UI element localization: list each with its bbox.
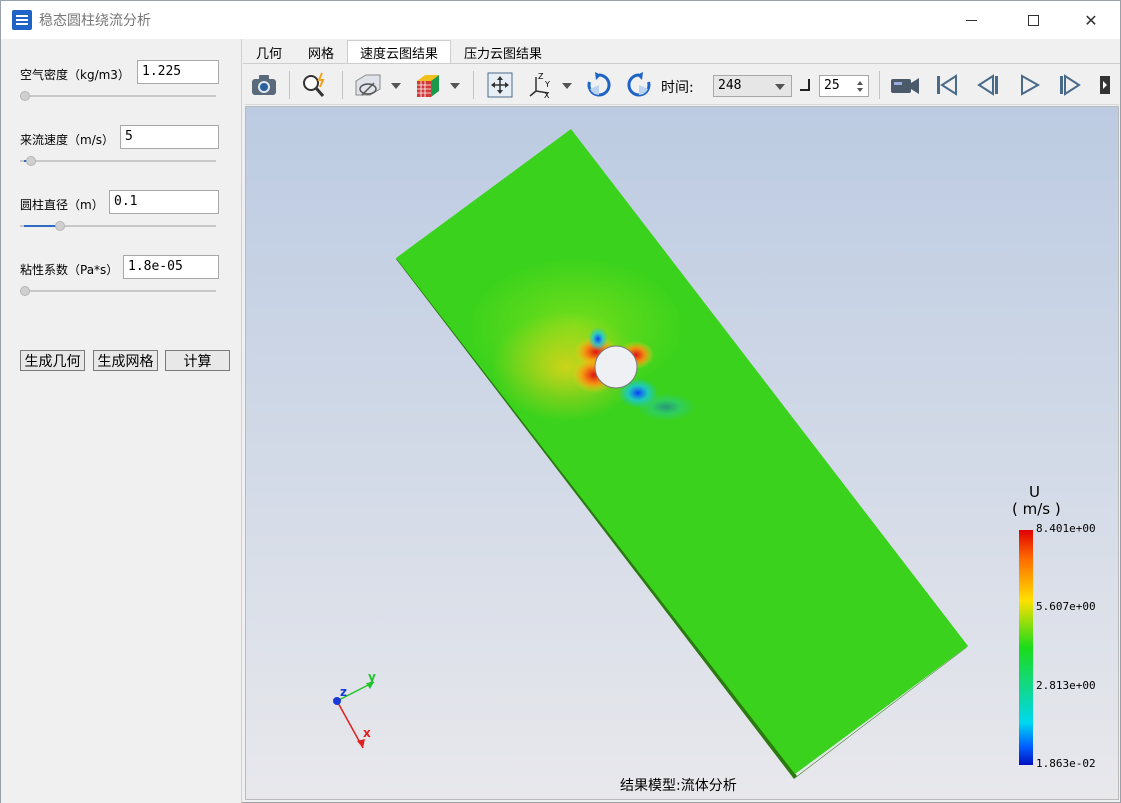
svg-text:X: X <box>544 91 550 99</box>
tab-divider <box>243 63 1120 64</box>
velocity-contour-plot: y z x <box>333 129 1033 779</box>
rotate-cw-icon[interactable] <box>583 69 615 101</box>
slider-track <box>20 95 216 97</box>
diameter-slider[interactable] <box>20 220 216 232</box>
svg-text:Z: Z <box>538 72 544 81</box>
minimize-icon <box>965 19 977 21</box>
y-axis-label: y <box>368 670 376 684</box>
generate-mesh-button[interactable]: 生成网格 <box>93 350 158 371</box>
svg-text:Y: Y <box>544 80 550 89</box>
play-icon[interactable] <box>1013 69 1045 101</box>
wake-region <box>636 393 696 421</box>
minimize-button[interactable] <box>948 1 994 39</box>
result-model-label: 结果模型:流体分析 <box>620 778 737 794</box>
view-mode-icon[interactable] <box>352 69 384 101</box>
toolbar-separator <box>342 71 343 99</box>
tab-geometry[interactable]: 几何 <box>243 40 295 64</box>
title-bar: 稳态圆柱绕流分析 ✕ <box>1 1 1120 39</box>
colorbar-tick-label: 1.863e-02 <box>1036 757 1096 770</box>
maximize-button[interactable] <box>1010 1 1056 39</box>
cylinder-hole <box>594 345 638 389</box>
previous-frame-icon[interactable] <box>972 69 1004 101</box>
view-toolbar: ZYX 时间: 248 25 <box>245 65 1119 105</box>
slider-knob[interactable] <box>20 91 30 101</box>
chevron-down-icon <box>775 84 785 90</box>
density-slider[interactable] <box>20 90 216 102</box>
step-spinbox[interactable]: 25 <box>819 75 869 97</box>
window-title: 稳态圆柱绕流分析 <box>39 13 151 29</box>
screenshot-icon[interactable] <box>248 69 280 101</box>
slider-fill <box>24 225 58 227</box>
step-spinbox-value: 25 <box>824 78 840 93</box>
step-icon <box>800 79 810 91</box>
next-frame-icon[interactable] <box>1054 69 1086 101</box>
colorbar-tick-label: 2.813e+00 <box>1036 679 1096 692</box>
density-label: 空气密度（kg/m3） <box>20 68 130 82</box>
colorbar-variable: U <box>1029 483 1040 501</box>
toolbar-separator <box>289 71 290 99</box>
parameter-panel: 空气密度（kg/m3） 1.225 来流速度（m/s） 5 圆柱直径（m） 0.… <box>1 39 242 803</box>
fit-all-icon[interactable] <box>484 69 516 101</box>
velocity-field <box>396 129 968 774</box>
diameter-label: 圆柱直径（m） <box>20 198 104 212</box>
close-button[interactable]: ✕ <box>1068 1 1114 39</box>
slider-knob[interactable] <box>20 286 30 296</box>
tab-pressure-contour[interactable]: 压力云图结果 <box>451 40 555 64</box>
time-select-value: 248 <box>718 78 742 93</box>
colorbar-tick-label: 5.607e+00 <box>1036 600 1096 613</box>
velocity-input[interactable]: 5 <box>120 125 219 149</box>
generate-geometry-button[interactable]: 生成几何 <box>20 350 85 371</box>
record-video-icon[interactable] <box>889 69 921 101</box>
result-tabs: 几何 网格 速度云图结果 压力云图结果 <box>243 40 555 64</box>
display-style-dropdown-icon[interactable] <box>450 83 460 89</box>
slider-knob[interactable] <box>55 221 65 231</box>
axis-view-icon[interactable]: ZYX <box>524 69 556 101</box>
z-axis-label: z <box>340 685 347 699</box>
spin-up-icon[interactable] <box>857 81 863 85</box>
velocity-label: 来流速度（m/s） <box>20 133 114 147</box>
display-style-icon[interactable] <box>412 69 444 101</box>
colorbar <box>1019 530 1033 765</box>
velocity-slider[interactable] <box>20 155 216 167</box>
colorbar-tick-label: 8.401e+00 <box>1036 522 1096 535</box>
close-icon: ✕ <box>1084 10 1098 30</box>
density-input[interactable]: 1.225 <box>137 60 219 84</box>
x-axis-label: x <box>363 726 371 740</box>
plate <box>396 129 968 779</box>
compute-button[interactable]: 计算 <box>165 350 230 371</box>
viscosity-slider[interactable] <box>20 285 216 297</box>
tab-velocity-contour[interactable]: 速度云图结果 <box>347 40 452 64</box>
zoom-fit-icon[interactable] <box>299 69 331 101</box>
slider-track <box>20 160 216 162</box>
viscosity-input[interactable]: 1.8e-05 <box>123 255 219 279</box>
low-velocity-region <box>588 327 608 351</box>
toolbar-separator <box>879 71 880 99</box>
slider-track <box>20 290 216 292</box>
app-icon <box>12 10 32 30</box>
spin-down-icon[interactable] <box>857 88 863 92</box>
toolbar-separator <box>473 71 474 99</box>
render-viewport[interactable]: y z x U ( m/s ) 8.401e+00 5.607e+00 2.81… <box>245 106 1119 800</box>
tab-mesh[interactable]: 网格 <box>295 40 347 64</box>
app-window: 稳态圆柱绕流分析 ✕ 空气密度（kg/m3） 1.225 来流速度（m/s） 5… <box>0 0 1121 803</box>
maximize-icon <box>1027 14 1039 26</box>
diameter-input[interactable]: 0.1 <box>109 190 219 214</box>
time-label: 时间: <box>661 80 694 96</box>
slider-knob[interactable] <box>26 156 36 166</box>
axis-view-dropdown-icon[interactable] <box>562 83 572 89</box>
time-select[interactable]: 248 <box>713 75 792 97</box>
axes-triad: y z x <box>333 670 376 749</box>
rotate-ccw-icon[interactable] <box>623 69 655 101</box>
first-frame-icon[interactable] <box>931 69 963 101</box>
viscosity-label: 粘性系数（Pa*s） <box>20 263 119 277</box>
colorbar-unit: ( m/s ) <box>1012 500 1061 518</box>
view-mode-dropdown-icon[interactable] <box>391 83 401 89</box>
toolbar-overflow-icon[interactable] <box>1093 69 1117 101</box>
